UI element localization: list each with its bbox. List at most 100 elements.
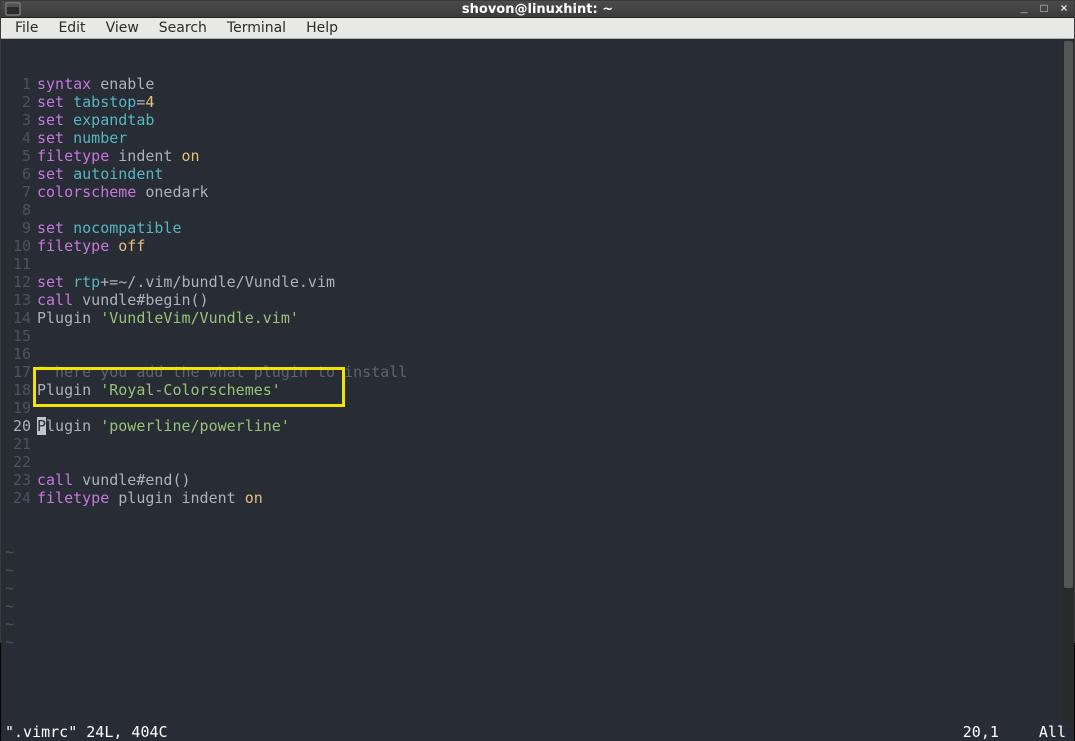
tilde-row: ~ bbox=[1, 579, 14, 597]
line-number: 12 bbox=[1, 273, 37, 291]
menu-view[interactable]: View bbox=[96, 18, 149, 38]
tilde-row: ~ bbox=[1, 633, 14, 651]
menubar: File Edit View Search Terminal Help bbox=[1, 18, 1074, 39]
app-icon bbox=[5, 1, 21, 17]
menu-file[interactable]: File bbox=[5, 18, 48, 38]
code-token: filetype bbox=[37, 489, 109, 507]
line-number: 5 bbox=[1, 147, 37, 165]
code-token: +=~/.vim/bundle/Vundle.vim bbox=[100, 273, 335, 291]
code-line[interactable]: 11 bbox=[1, 255, 1072, 273]
code-token: set bbox=[37, 273, 64, 291]
code-token: filetype bbox=[37, 147, 109, 165]
menu-terminal[interactable]: Terminal bbox=[217, 18, 296, 38]
menu-edit[interactable]: Edit bbox=[48, 18, 95, 38]
editor-area[interactable]: 1syntax enable2set tabstop=43set expandt… bbox=[1, 39, 1074, 741]
code-line[interactable]: 7colorscheme onedark bbox=[1, 183, 1072, 201]
code-line[interactable]: 18Plugin 'Royal-Colorschemes' bbox=[1, 381, 1072, 399]
code-line[interactable]: 23call vundle#end() bbox=[1, 471, 1072, 489]
code-line[interactable]: 21 bbox=[1, 435, 1072, 453]
close-button[interactable]: × bbox=[1058, 2, 1070, 16]
code-line[interactable]: 22 bbox=[1, 453, 1072, 471]
code-line[interactable]: 16 bbox=[1, 345, 1072, 363]
window-title: shovon@linuxhint: ~ bbox=[462, 2, 613, 17]
scrollbar[interactable] bbox=[1063, 39, 1074, 723]
code-line[interactable]: 2set tabstop=4 bbox=[1, 93, 1072, 111]
code-token: rtp bbox=[73, 273, 100, 291]
cursor: P bbox=[37, 417, 46, 435]
code-line[interactable]: 15 bbox=[1, 327, 1072, 345]
code-line[interactable]: 13call vundle#begin() bbox=[1, 291, 1072, 309]
line-number: 19 bbox=[1, 399, 37, 417]
code-line[interactable]: 19 bbox=[1, 399, 1072, 417]
code-token: Plugin bbox=[37, 309, 100, 327]
line-number: 3 bbox=[1, 111, 37, 129]
code-token: set bbox=[37, 111, 64, 129]
status-file: ".vimrc" 24L, 404C bbox=[1, 723, 963, 741]
code-token: set bbox=[37, 129, 64, 147]
line-number: 14 bbox=[1, 309, 37, 327]
code-line[interactable]: 20Plugin 'powerline/powerline' bbox=[1, 417, 1072, 435]
code-token: () bbox=[191, 291, 209, 309]
line-number: 2 bbox=[1, 93, 37, 111]
tilde-row: ~ bbox=[1, 561, 14, 579]
status-scroll: All bbox=[1039, 723, 1074, 741]
code-token: " here you add the what plugin to instal… bbox=[37, 363, 407, 381]
status-cursor: 20,1 bbox=[963, 723, 1039, 741]
line-number: 1 bbox=[1, 75, 37, 93]
titlebar[interactable]: shovon@linuxhint: ~ _ □ × bbox=[1, 1, 1074, 18]
code-line[interactable]: 1syntax enable bbox=[1, 75, 1072, 93]
line-number: 20 bbox=[1, 417, 37, 435]
code-token: number bbox=[73, 129, 127, 147]
code-token bbox=[109, 237, 118, 255]
code-token bbox=[64, 273, 73, 291]
line-number: 10 bbox=[1, 237, 37, 255]
code-line[interactable]: 3set expandtab bbox=[1, 111, 1072, 129]
line-number: 9 bbox=[1, 219, 37, 237]
code-token: lugin bbox=[46, 417, 100, 435]
code-token: autoindent bbox=[73, 165, 163, 183]
line-number: 17 bbox=[1, 363, 37, 381]
code-line[interactable]: 4set number bbox=[1, 129, 1072, 147]
code-line[interactable]: 17" here you add the what plugin to inst… bbox=[1, 363, 1072, 381]
line-number: 11 bbox=[1, 255, 37, 273]
minimize-button[interactable]: _ bbox=[1018, 2, 1030, 16]
code-token: set bbox=[37, 93, 64, 111]
code-line[interactable]: 24filetype plugin indent on bbox=[1, 489, 1072, 507]
code-token: call bbox=[37, 471, 73, 489]
code-line[interactable]: 8 bbox=[1, 201, 1072, 219]
line-number: 8 bbox=[1, 201, 37, 219]
code-line[interactable]: 6set autoindent bbox=[1, 165, 1072, 183]
code-line[interactable]: 10filetype off bbox=[1, 237, 1072, 255]
maximize-button[interactable]: □ bbox=[1038, 2, 1050, 16]
menu-search[interactable]: Search bbox=[149, 18, 217, 38]
code-token bbox=[64, 93, 73, 111]
code-token: vundle#end bbox=[73, 471, 172, 489]
menu-help[interactable]: Help bbox=[296, 18, 348, 38]
code-token: off bbox=[118, 237, 145, 255]
code-token: syntax bbox=[37, 75, 91, 93]
line-number: 7 bbox=[1, 183, 37, 201]
scrollbar-thumb[interactable] bbox=[1064, 41, 1073, 588]
code-token: 'powerline/powerline' bbox=[100, 417, 290, 435]
window-frame: shovon@linuxhint: ~ _ □ × File Edit View… bbox=[0, 0, 1075, 643]
code-line[interactable]: 5filetype indent on bbox=[1, 147, 1072, 165]
code-token: on bbox=[182, 147, 200, 165]
line-number: 21 bbox=[1, 435, 37, 453]
code-token: Plugin bbox=[37, 381, 100, 399]
code-token bbox=[64, 219, 73, 237]
code-token: on bbox=[245, 489, 263, 507]
code-token bbox=[64, 111, 73, 129]
code-line[interactable]: 12set rtp+=~/.vim/bundle/Vundle.vim bbox=[1, 273, 1072, 291]
line-number: 18 bbox=[1, 381, 37, 399]
code-token: plugin indent bbox=[109, 489, 244, 507]
tilde-row: ~ bbox=[1, 597, 14, 615]
code-line[interactable]: 14Plugin 'VundleVim/Vundle.vim' bbox=[1, 309, 1072, 327]
code-token: 4 bbox=[145, 93, 154, 111]
line-number: 23 bbox=[1, 471, 37, 489]
code-token: indent bbox=[109, 147, 181, 165]
code-token: tabstop bbox=[73, 93, 136, 111]
code-line[interactable]: 9set nocompatible bbox=[1, 219, 1072, 237]
code-token: onedark bbox=[136, 183, 208, 201]
tilde-row: ~ bbox=[1, 615, 14, 633]
line-number: 4 bbox=[1, 129, 37, 147]
